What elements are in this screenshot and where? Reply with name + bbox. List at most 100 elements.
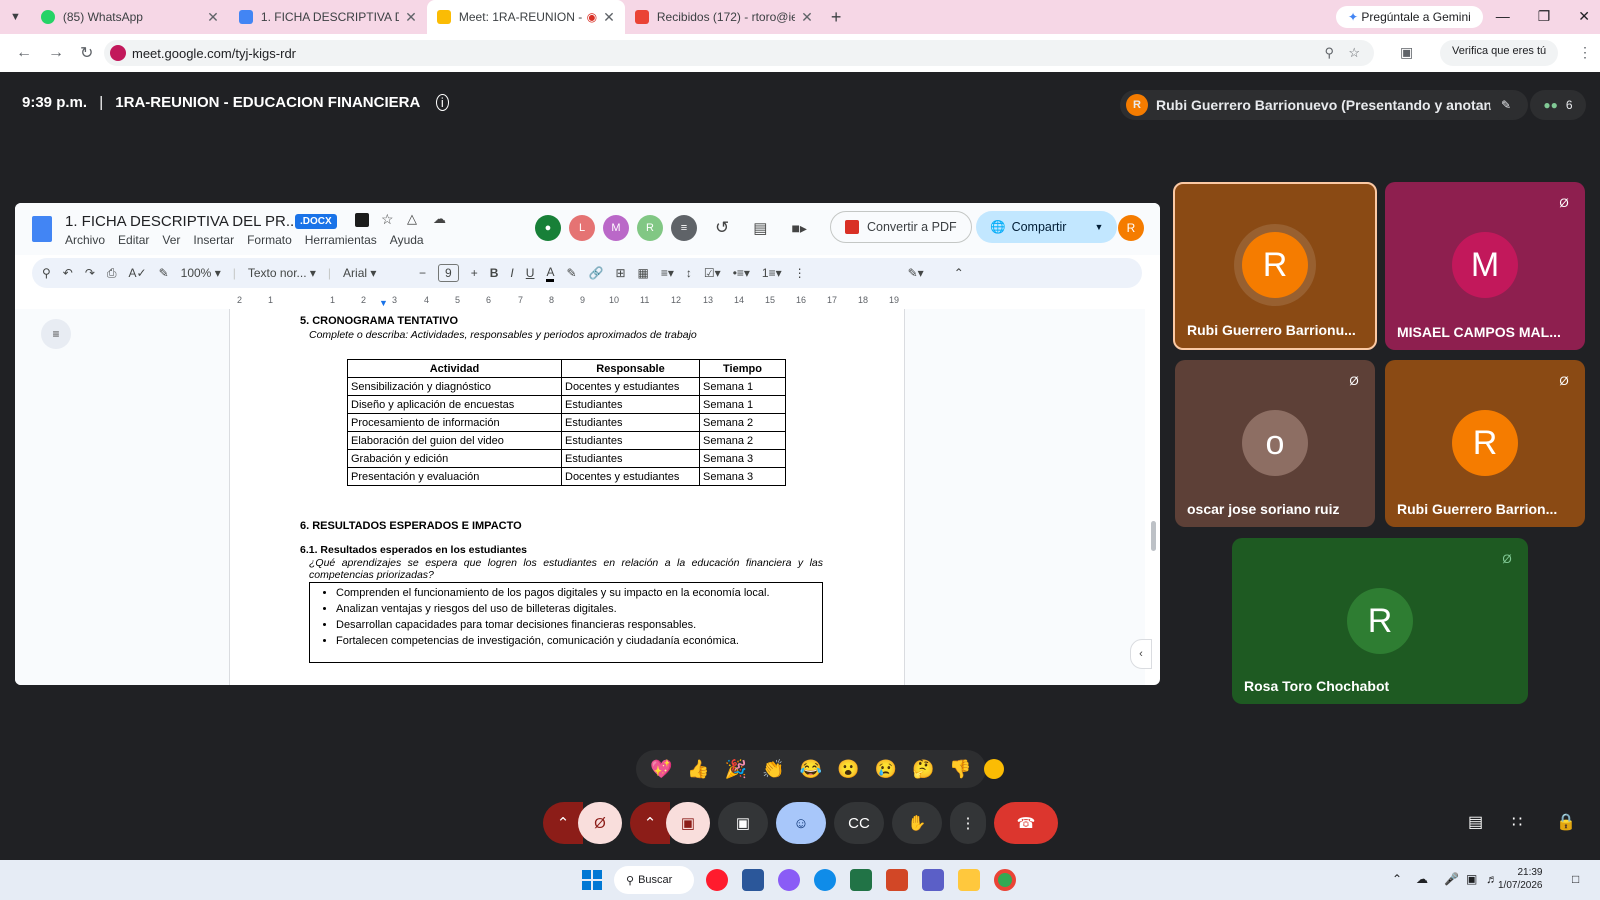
edge-icon[interactable]	[814, 869, 836, 891]
extensions-icon[interactable]: ▣	[1400, 44, 1413, 61]
font-select[interactable]: Arial ▾	[343, 266, 407, 280]
forward-icon[interactable]: →	[48, 44, 64, 62]
tab-meet[interactable]: Meet: 1RA-REUNION - EDU ◉ ✕	[426, 0, 625, 34]
zoom-icon[interactable]: ⚲	[1324, 45, 1334, 61]
new-tab-button[interactable]: +	[831, 7, 842, 28]
sad-reaction-icon[interactable]: 😢	[875, 759, 897, 780]
tab-docs[interactable]: 1. FICHA DESCRIPTIVA DEL PR ✕	[229, 0, 427, 34]
spellcheck-icon[interactable]: A✓	[129, 266, 147, 280]
italic-icon[interactable]: I	[510, 266, 513, 280]
anonymous-collaborator-icon[interactable]: ●	[535, 215, 561, 241]
docs-logo-icon[interactable]	[32, 216, 52, 242]
link-icon[interactable]: 🔗	[589, 266, 604, 280]
tab-gmail[interactable]: Recibidos (172) - rtoro@ie7075 ✕	[625, 0, 823, 34]
gemini-button[interactable]: ✦ Pregúntale a Gemini	[1336, 6, 1483, 28]
underline-icon[interactable]: U	[526, 266, 535, 280]
restore-icon[interactable]: ❐	[1538, 8, 1551, 25]
clap-reaction-icon[interactable]: 👏	[762, 759, 784, 780]
thumbs-up-reaction-icon[interactable]: 👍	[687, 759, 709, 780]
tray-volume-icon[interactable]: ♬	[1486, 872, 1498, 886]
thinking-reaction-icon[interactable]: 🤔	[912, 759, 934, 780]
info-icon[interactable]: i	[435, 94, 449, 111]
menu-insertar[interactable]: Insertar	[193, 233, 234, 247]
copilot-icon[interactable]	[778, 869, 800, 891]
user-avatar[interactable]: R	[1118, 215, 1144, 241]
zoom-select[interactable]: 100% ▾	[181, 266, 221, 280]
taskbar-clock[interactable]: 21:39 1/07/2026	[1498, 866, 1543, 892]
scrollbar[interactable]	[1151, 521, 1156, 551]
skin-tone-icon[interactable]	[984, 759, 1004, 779]
party-reaction-icon[interactable]: 🎉	[725, 759, 747, 780]
participant-tile[interactable]: M MISAEL CAMPOS MAL... Ø	[1385, 182, 1585, 350]
chrome-icon[interactable]	[994, 869, 1016, 891]
opera-icon[interactable]	[706, 869, 728, 891]
share-button[interactable]: 🌐 Compartir ▼	[976, 211, 1118, 243]
minimize-icon[interactable]: —	[1496, 8, 1510, 25]
collaborators-more-icon[interactable]: ≡	[671, 215, 697, 241]
surprised-reaction-icon[interactable]: 😮	[837, 759, 859, 780]
participants-button[interactable]: ●● 6	[1530, 90, 1586, 120]
stop-annotation-button[interactable]: ✎	[1490, 90, 1522, 120]
folder-icon[interactable]	[355, 213, 369, 227]
style-select[interactable]: Texto nor... ▾	[248, 266, 316, 280]
tray-mic-icon[interactable]: 🎤	[1444, 872, 1459, 886]
back-icon[interactable]: ←	[16, 44, 32, 62]
insert-image-icon[interactable]: ▦	[638, 266, 649, 280]
mic-toggle-button[interactable]: Ø	[578, 802, 622, 844]
collapse-toolbar-icon[interactable]: ⌃	[954, 266, 964, 280]
document-page[interactable]: 5. CRONOGRAMA TENTATIVO Complete o descr…	[229, 309, 905, 685]
notifications-icon[interactable]: □	[1572, 872, 1579, 886]
meet-call-icon[interactable]: ■▸	[791, 220, 806, 237]
more-options-icon[interactable]: ⋮	[794, 266, 806, 280]
reload-icon[interactable]: ↻	[80, 43, 93, 63]
menu-editar[interactable]: Editar	[118, 233, 149, 247]
bold-icon[interactable]: B	[490, 266, 499, 280]
share-dropdown-icon[interactable]: ▼	[1094, 222, 1103, 232]
align-icon[interactable]: ≡▾	[661, 266, 674, 280]
leave-call-button[interactable]: ☎	[994, 802, 1058, 844]
menu-formato[interactable]: Formato	[247, 233, 292, 247]
file-explorer-icon[interactable]	[958, 869, 980, 891]
text-color-icon[interactable]: A	[546, 265, 555, 282]
menu-ver[interactable]: Ver	[162, 233, 180, 247]
host-controls-icon[interactable]: 🔒	[1556, 812, 1576, 832]
indent-marker-icon[interactable]: ▼	[379, 298, 388, 308]
menu-ayuda[interactable]: Ayuda	[390, 233, 424, 247]
present-screen-button[interactable]: ▣	[718, 802, 768, 844]
captions-button[interactable]: CC	[834, 802, 884, 844]
font-size-input[interactable]: 9	[438, 264, 459, 282]
collaborator-avatar[interactable]: M	[603, 215, 629, 241]
url-input[interactable]: meet.google.com/tyj-kigs-rdr ⚲ ☆	[104, 40, 1374, 66]
star-icon[interactable]: ☆	[381, 211, 394, 228]
tab-whatsapp[interactable]: (85) WhatsApp ✕	[31, 0, 229, 34]
close-tab-icon[interactable]: ✕	[801, 9, 813, 26]
line-spacing-icon[interactable]: ↕	[686, 266, 692, 280]
highlight-icon[interactable]: ✎	[566, 266, 576, 280]
excel-icon[interactable]	[850, 869, 872, 891]
participant-tile[interactable]: R Rosa Toro Chochabot Ø	[1232, 538, 1528, 704]
cloud-status-icon[interactable]: ☁	[433, 211, 446, 227]
teams-icon[interactable]	[922, 869, 944, 891]
tray-network-icon[interactable]: ☁	[1416, 872, 1428, 886]
menu-archivo[interactable]: Archivo	[65, 233, 105, 247]
side-panel-toggle-icon[interactable]: ‹	[1130, 639, 1152, 669]
video-options-button[interactable]: ⌃	[630, 802, 670, 844]
outline-icon[interactable]: ≡	[41, 319, 71, 349]
numbered-list-icon[interactable]: 1≡▾	[762, 266, 782, 280]
bookmark-star-icon[interactable]: ☆	[1348, 45, 1360, 61]
windows-start-icon[interactable]	[582, 870, 602, 890]
collaborator-avatar[interactable]: R	[637, 215, 663, 241]
chat-icon[interactable]: ▤	[1468, 812, 1483, 832]
activities-icon[interactable]: ∷	[1512, 812, 1522, 832]
menu-herramientas[interactable]: Herramientas	[305, 233, 377, 247]
profile-verify-button[interactable]: Verifica que eres tú	[1440, 40, 1559, 66]
print-icon[interactable]: ⎙	[107, 266, 117, 281]
redo-icon[interactable]: ↷	[85, 266, 95, 280]
audio-options-button[interactable]: ⌃	[543, 802, 583, 844]
comments-icon[interactable]: ▤	[753, 219, 767, 237]
thumbs-down-reaction-icon[interactable]: 👎	[949, 759, 971, 780]
presenter-chip[interactable]: R Rubi Guerrero Barrionuevo (Presentando…	[1120, 90, 1528, 120]
undo-icon[interactable]: ↶	[63, 266, 73, 280]
bulleted-list-icon[interactable]: •≡▾	[733, 266, 750, 280]
close-window-icon[interactable]: ✕	[1578, 8, 1590, 25]
